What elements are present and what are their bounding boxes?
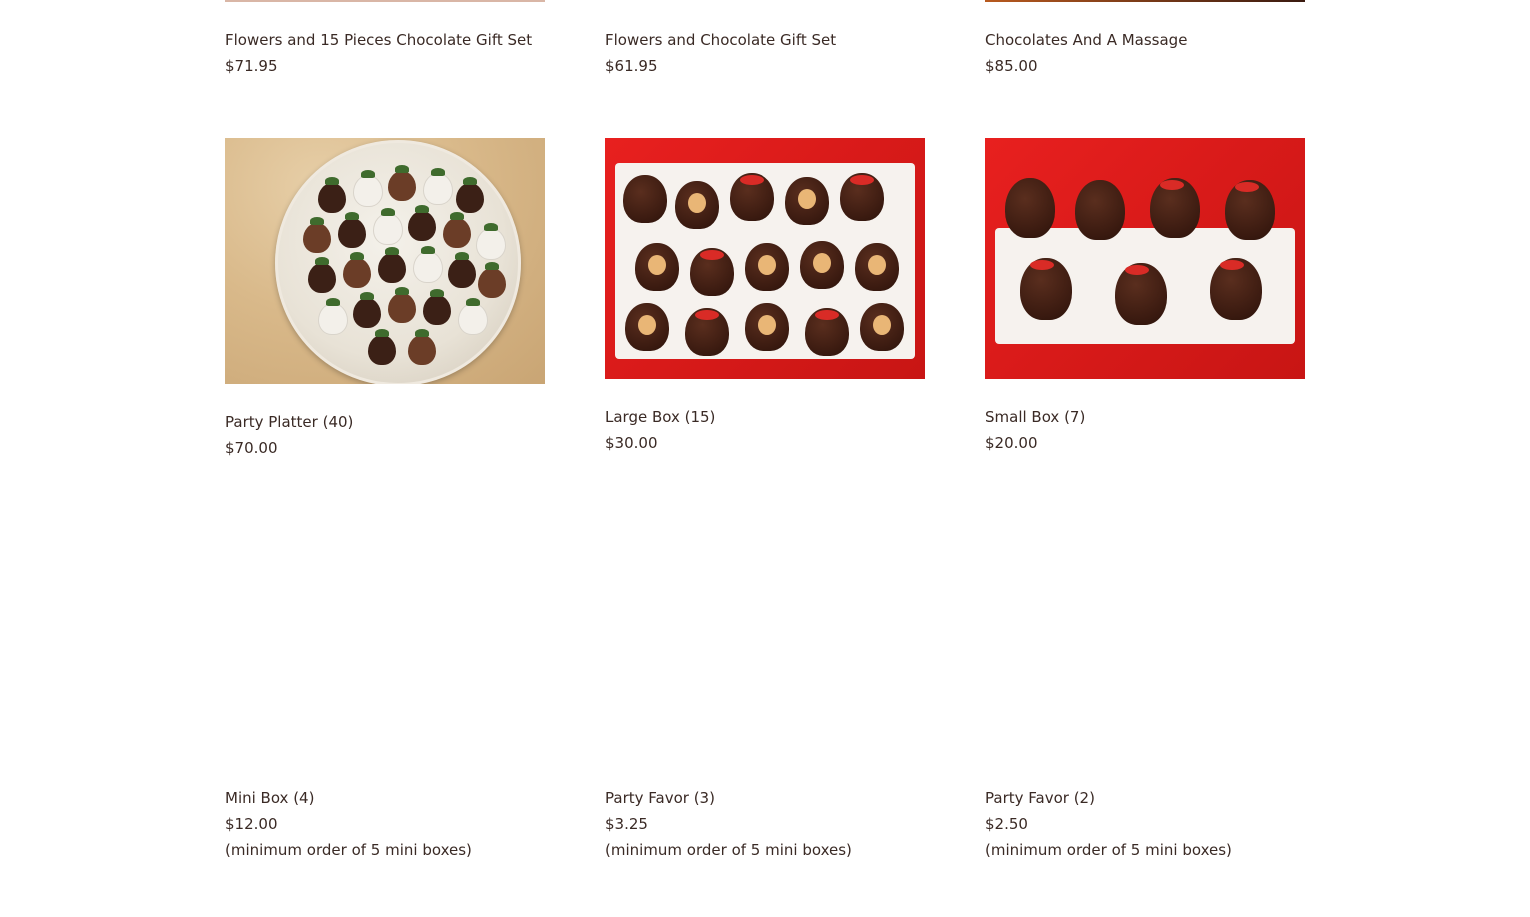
chocolate (1210, 258, 1262, 320)
strawberry (378, 247, 406, 283)
product-note: (minimum order of 5 mini boxes) (225, 841, 472, 859)
chocolate (623, 175, 667, 223)
product-name[interactable]: Party Favor (3) (605, 788, 715, 808)
chocolate (1020, 258, 1072, 320)
product-name[interactable]: Chocolates And A Massage (985, 30, 1187, 50)
large-box-image[interactable] (605, 138, 925, 379)
product-name[interactable]: Small Box (7) (985, 407, 1085, 427)
plate (275, 140, 521, 384)
chocolate (785, 177, 829, 225)
product-name[interactable]: Party Platter (40) (225, 412, 353, 432)
chocolate (860, 303, 904, 351)
strawberry (408, 329, 436, 365)
strawberry (413, 246, 443, 283)
product-image[interactable] (225, 0, 545, 2)
strawberry (318, 298, 348, 335)
strawberry (423, 168, 453, 205)
chocolate (690, 248, 734, 296)
product-price: $30.00 (605, 434, 658, 452)
strawberry (388, 165, 416, 201)
chocolate (805, 308, 849, 356)
chocolate (800, 241, 844, 289)
strawberry (458, 298, 488, 335)
strawberry (478, 262, 506, 298)
strawberry (388, 287, 416, 323)
strawberry (368, 329, 396, 365)
strawberry (303, 217, 331, 253)
strawberry (373, 208, 403, 245)
product-price: $61.95 (605, 57, 658, 75)
small-box-image[interactable] (985, 138, 1305, 379)
chocolate (745, 303, 789, 351)
strawberry (448, 252, 476, 288)
product-name[interactable]: Mini Box (4) (225, 788, 314, 808)
chocolate (1005, 178, 1055, 238)
strawberry (443, 212, 471, 248)
product-price: $20.00 (985, 434, 1038, 452)
product-note: (minimum order of 5 mini boxes) (605, 841, 852, 859)
strawberry (353, 292, 381, 328)
chocolate (635, 243, 679, 291)
chocolate (745, 243, 789, 291)
product-name[interactable]: Large Box (15) (605, 407, 715, 427)
strawberry (343, 252, 371, 288)
chocolate (840, 173, 884, 221)
product-name[interactable]: Party Favor (2) (985, 788, 1095, 808)
chocolate (855, 243, 899, 291)
product-price: $12.00 (225, 815, 278, 833)
chocolate (1115, 263, 1167, 325)
product-price: $85.00 (985, 57, 1038, 75)
chocolate (625, 303, 669, 351)
strawberry (423, 289, 451, 325)
strawberry (408, 205, 436, 241)
chocolate (685, 308, 729, 356)
strawberry (476, 223, 506, 260)
strawberry (308, 257, 336, 293)
chocolate (1150, 178, 1200, 238)
chocolate (1075, 180, 1125, 240)
product-price: $3.25 (605, 815, 648, 833)
chocolate (1225, 180, 1275, 240)
product-price: $70.00 (225, 439, 278, 457)
strawberry (318, 177, 346, 213)
paper-liner (615, 163, 915, 359)
strawberry (338, 212, 366, 248)
product-price: $2.50 (985, 815, 1028, 833)
party-platter-image[interactable] (225, 138, 545, 384)
strawberry (353, 170, 383, 207)
chocolate (730, 173, 774, 221)
product-note: (minimum order of 5 mini boxes) (985, 841, 1232, 859)
product-name[interactable]: Flowers and Chocolate Gift Set (605, 30, 836, 50)
chocolate (675, 181, 719, 229)
product-price: $71.95 (225, 57, 278, 75)
strawberry (456, 177, 484, 213)
product-image[interactable] (985, 0, 1305, 2)
product-name[interactable]: Flowers and 15 Pieces Chocolate Gift Set (225, 30, 532, 50)
